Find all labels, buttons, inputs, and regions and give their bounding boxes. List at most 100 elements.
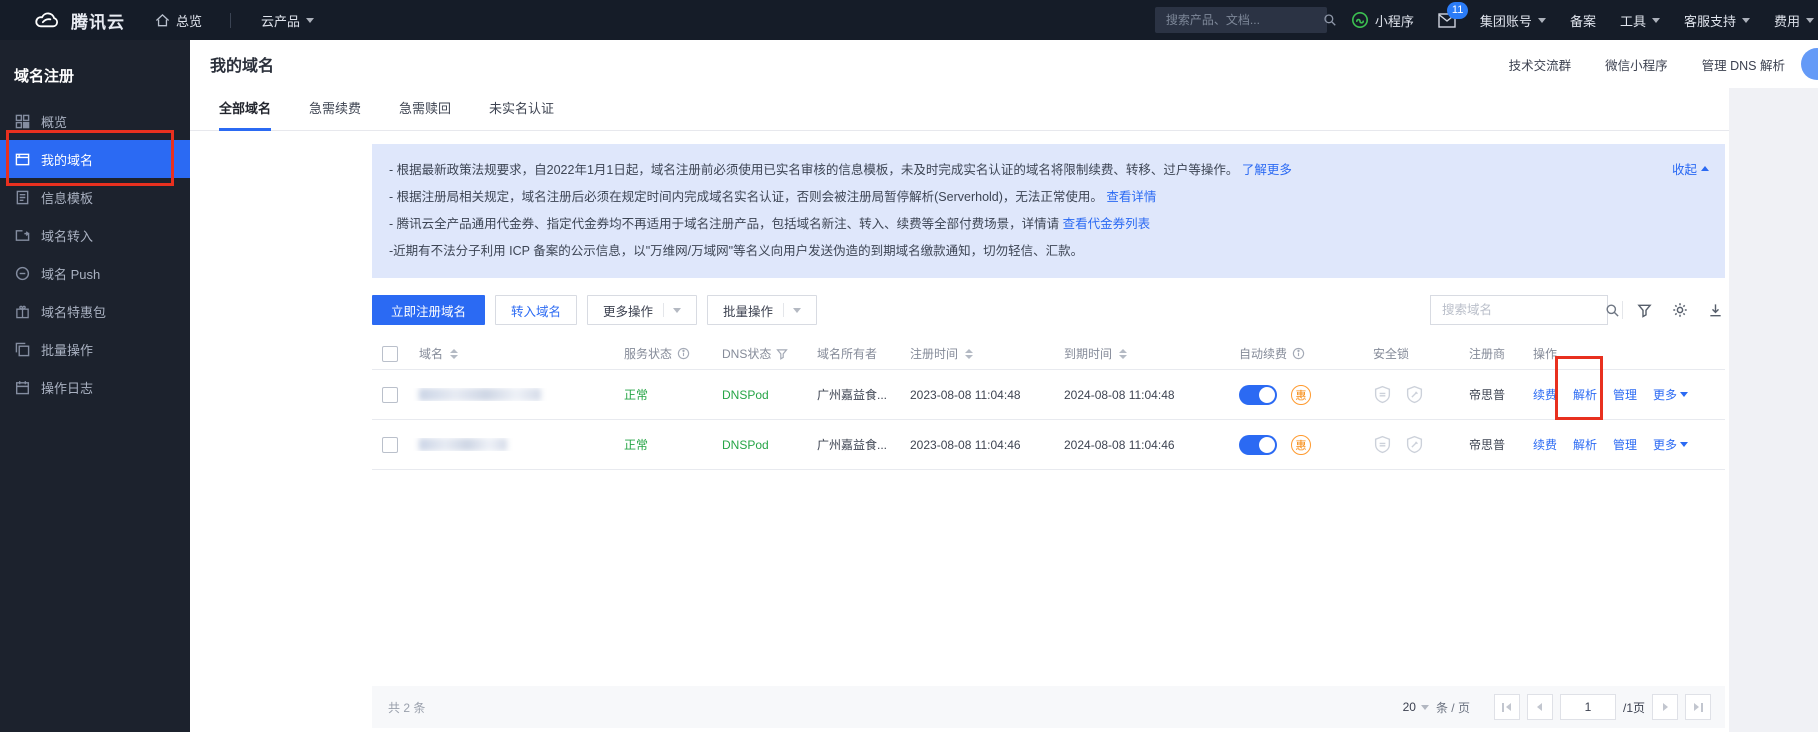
batch-operations-dropdown[interactable]: 批量操作 (707, 295, 817, 325)
total-pages-label: /1页 (1623, 699, 1645, 716)
more-operations-dropdown[interactable]: 更多操作 (587, 295, 697, 325)
search-icon[interactable] (1323, 13, 1337, 27)
auto-renew-toggle[interactable] (1239, 435, 1277, 455)
sort-icon[interactable] (450, 349, 458, 359)
nav-billing[interactable]: 费用 (1774, 11, 1814, 30)
domain-search-input[interactable] (1440, 302, 1605, 318)
link-wechat-mini-program[interactable]: 微信小程序 (1605, 55, 1668, 74)
page-size-select[interactable]: 20 (1403, 700, 1429, 714)
push-circle-icon (15, 266, 30, 281)
update-lock-shield-icon[interactable] (1405, 385, 1424, 404)
chevron-up-icon (1701, 166, 1709, 171)
manage-link[interactable]: 管理 (1613, 386, 1637, 403)
last-page-button[interactable] (1685, 694, 1711, 720)
transfer-in-button[interactable]: 转入域名 (495, 295, 577, 325)
collapse-notice-button[interactable]: 收起 (1672, 159, 1709, 178)
toolbar: 立即注册域名 转入域名 更多操作 批量操作 (372, 295, 1725, 325)
sort-icon[interactable] (965, 349, 973, 359)
next-page-button[interactable] (1652, 694, 1678, 720)
resolve-dns-link[interactable]: 解析 (1573, 386, 1597, 403)
filter-funnel-icon[interactable] (1637, 303, 1652, 318)
window-icon (15, 152, 30, 167)
prev-page-button[interactable] (1527, 694, 1553, 720)
promo-badge[interactable]: 惠 (1291, 435, 1311, 455)
row-checkbox[interactable] (382, 437, 398, 453)
batch-copy-icon (15, 342, 30, 357)
more-actions-dropdown[interactable]: 更多 (1653, 386, 1688, 403)
renew-link[interactable]: 续费 (1533, 386, 1557, 403)
tab-all-domains[interactable]: 全部域名 (219, 98, 271, 130)
domain-owner: 广州嘉益食... (817, 386, 887, 403)
learn-more-link[interactable]: 了解更多 (1242, 163, 1292, 177)
register-domain-button[interactable]: 立即注册域名 (372, 295, 485, 325)
chevron-down-icon (306, 18, 314, 23)
more-actions-dropdown[interactable]: 更多 (1653, 436, 1688, 453)
tab-urgent-renewal[interactable]: 急需续费 (309, 98, 361, 130)
nav-divider (230, 13, 231, 28)
message-count-badge: 11 (1447, 2, 1468, 19)
sort-icon[interactable] (1119, 349, 1127, 359)
first-page-button[interactable] (1494, 694, 1520, 720)
dns-status[interactable]: DNSPod (722, 388, 769, 402)
resolve-dns-link[interactable]: 解析 (1573, 436, 1597, 453)
notice-banner: - 根据最新政策法规要求，自2022年1月1日起，域名注册前必须使用已实名审核的… (372, 144, 1725, 278)
download-icon[interactable] (1708, 303, 1723, 318)
nav-overview[interactable]: 总览 (155, 11, 202, 30)
settings-gear-icon[interactable] (1672, 302, 1688, 318)
sidebar-item-info-templates[interactable]: 信息模板 (0, 178, 190, 216)
update-lock-shield-icon[interactable] (1405, 435, 1424, 454)
transfer-lock-shield-icon[interactable] (1373, 385, 1392, 404)
domain-owner: 广州嘉益食... (817, 436, 887, 453)
auto-renew-toggle[interactable] (1239, 385, 1277, 405)
nav-cloud-products[interactable]: 云产品 (261, 11, 314, 30)
nav-mini-program[interactable]: 小程序 (1351, 11, 1414, 30)
voucher-list-link[interactable]: 查看代金券列表 (1063, 217, 1151, 231)
transfer-in-icon (15, 228, 30, 243)
view-details-link[interactable]: 查看详情 (1106, 190, 1156, 204)
dns-status[interactable]: DNSPod (722, 438, 769, 452)
global-search-input[interactable] (1164, 12, 1323, 28)
link-tech-group[interactable]: 技术交流群 (1509, 55, 1572, 74)
domain-redacted[interactable] (419, 438, 507, 451)
grid-icon (15, 114, 30, 129)
chevron-down-icon (1538, 18, 1546, 23)
cloud-logo-icon (32, 10, 62, 31)
tencent-cloud-logo[interactable]: 腾讯云 (32, 8, 125, 33)
nav-messages[interactable]: 11 (1438, 13, 1456, 28)
sidebar-item-overview[interactable]: 概览 (0, 102, 190, 140)
search-icon[interactable] (1605, 303, 1620, 318)
notice-line: -近期有不法分子利用 ICP 备案的公示信息，以"万维网/万域网"等名义向用户发… (389, 238, 1605, 265)
link-manage-dns[interactable]: 管理 DNS 解析 (1702, 55, 1785, 74)
chevron-down-icon (1680, 442, 1688, 447)
list-footer: 共 2 条 20 条 / 页 /1页 (372, 686, 1725, 728)
brand-name: 腾讯云 (71, 8, 125, 33)
manage-link[interactable]: 管理 (1613, 436, 1637, 453)
sidebar-item-domain-deals[interactable]: 域名特惠包 (0, 292, 190, 330)
transfer-lock-shield-icon[interactable] (1373, 435, 1392, 454)
chevron-down-icon (1806, 18, 1814, 23)
nav-tools[interactable]: 工具 (1620, 11, 1660, 30)
tab-not-verified[interactable]: 未实名认证 (489, 98, 554, 130)
info-icon[interactable] (677, 347, 690, 360)
sidebar-item-my-domains[interactable]: 我的域名 (0, 140, 190, 178)
notice-line: - 腾讯云全产品通用代金券、指定代金券均不再适用于域名注册产品，包括域名新注、转… (389, 211, 1605, 238)
nav-group-account[interactable]: 集团账号 (1480, 11, 1546, 30)
avatar[interactable] (1801, 48, 1818, 80)
sidebar-item-domain-transfer-in[interactable]: 域名转入 (0, 216, 190, 254)
select-all-checkbox[interactable] (382, 346, 398, 362)
sidebar-item-domain-push[interactable]: 域名 Push (0, 254, 190, 292)
domain-redacted[interactable] (419, 388, 541, 401)
filter-funnel-icon[interactable] (776, 348, 788, 360)
sidebar-item-operation-logs[interactable]: 操作日志 (0, 368, 190, 406)
page-title: 我的域名 (210, 52, 274, 76)
sidebar-item-batch-operations[interactable]: 批量操作 (0, 330, 190, 368)
nav-beian[interactable]: 备案 (1570, 11, 1596, 30)
nav-support[interactable]: 客服支持 (1684, 11, 1750, 30)
info-icon[interactable] (1292, 347, 1305, 360)
notice-line: - 根据最新政策法规要求，自2022年1月1日起，域名注册前必须使用已实名审核的… (389, 157, 1605, 184)
renew-link[interactable]: 续费 (1533, 436, 1557, 453)
row-checkbox[interactable] (382, 387, 398, 403)
current-page-input[interactable] (1560, 694, 1616, 720)
promo-badge[interactable]: 惠 (1291, 385, 1311, 405)
tab-urgent-redeem[interactable]: 急需赎回 (399, 98, 451, 130)
